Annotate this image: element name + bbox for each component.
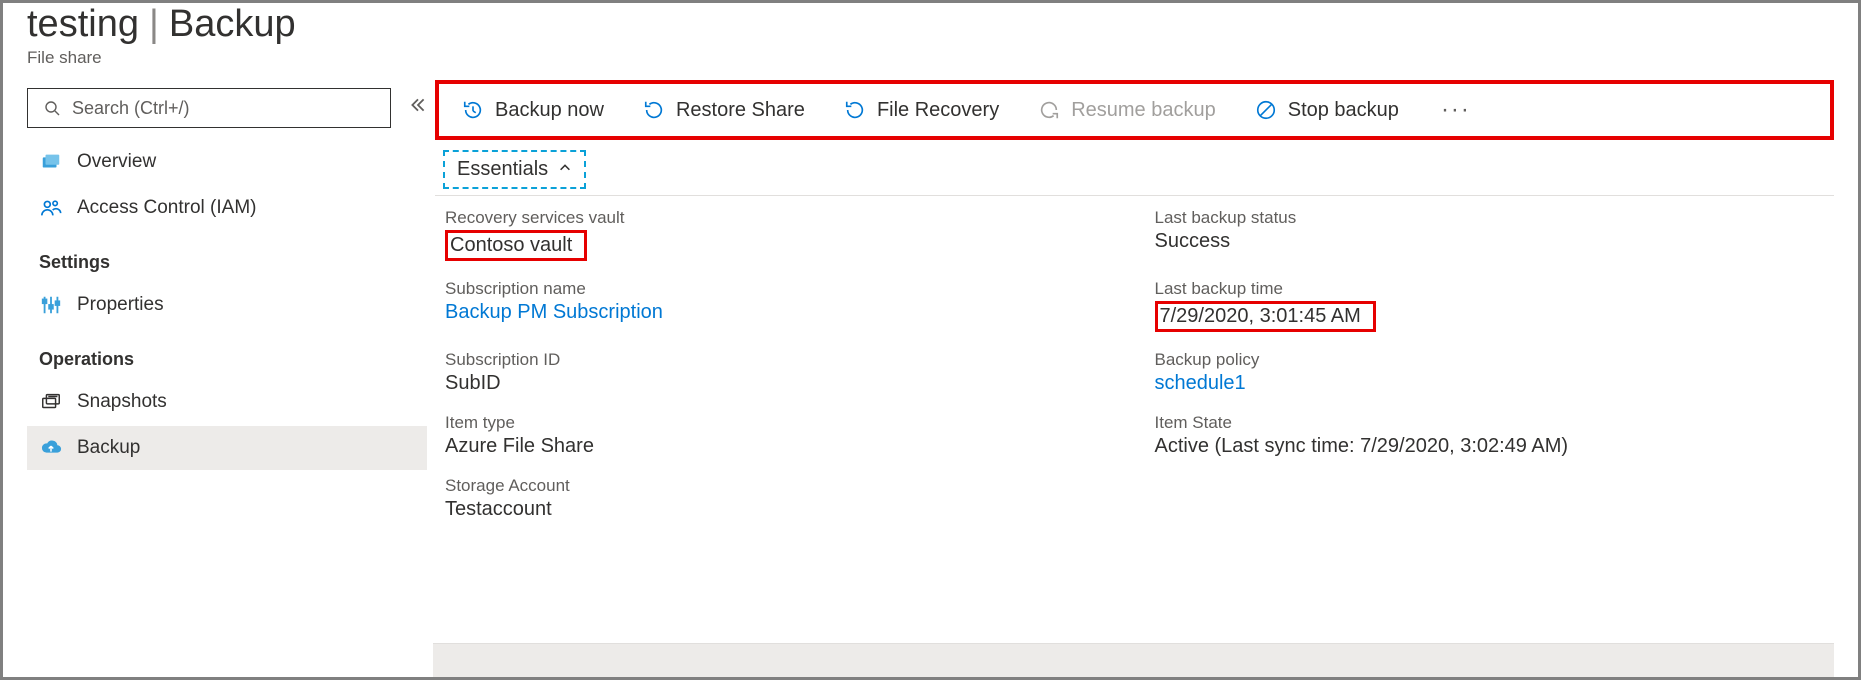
snapshot-icon	[39, 390, 63, 414]
backup-policy-link[interactable]: schedule1	[1155, 372, 1825, 395]
sidebar-item-snapshots[interactable]: Snapshots	[27, 380, 427, 424]
field-recovery-services-vault: Recovery services vault Contoso vault	[445, 208, 1115, 261]
field-label: Item State	[1155, 413, 1825, 433]
field-value: Testaccount	[445, 498, 1115, 521]
undo-icon	[642, 98, 666, 122]
sidebar: Overview Access Control (IAM) Settings	[3, 76, 435, 677]
essentials-title: Essentials	[457, 158, 548, 181]
refresh-icon	[1037, 98, 1061, 122]
field-storage-account: Storage Account Testaccount	[445, 476, 1115, 521]
sidebar-item-backup[interactable]: Backup	[27, 426, 427, 470]
sidebar-section-settings: Settings	[27, 232, 427, 281]
field-label: Subscription ID	[445, 350, 1115, 370]
chevron-up-icon	[558, 158, 572, 181]
fileshare-icon	[39, 150, 63, 174]
field-item-type: Item type Azure File Share	[445, 413, 1115, 458]
sidebar-item-label: Access Control (IAM)	[77, 197, 256, 219]
field-item-state: Item State Active (Last sync time: 7/29/…	[1155, 413, 1825, 458]
search-input[interactable]	[72, 98, 378, 119]
page-title: testing | Backup	[27, 3, 1834, 46]
field-value: Contoso vault	[445, 230, 587, 261]
content-footer-bar	[433, 643, 1834, 677]
sidebar-section-operations: Operations	[27, 329, 427, 378]
divider	[435, 195, 1834, 196]
field-backup-policy: Backup policy schedule1	[1155, 350, 1825, 395]
collapse-sidebar-button[interactable]	[409, 96, 427, 120]
toolbar-label: Resume backup	[1071, 99, 1216, 122]
sidebar-item-label: Snapshots	[77, 391, 167, 413]
toolbar-label: Restore Share	[676, 99, 805, 122]
field-label: Backup policy	[1155, 350, 1825, 370]
resume-backup-button: Resume backup	[1035, 94, 1218, 126]
sidebar-item-label: Backup	[77, 437, 140, 459]
field-value: Active (Last sync time: 7/29/2020, 3:02:…	[1155, 435, 1825, 458]
block-icon	[1254, 98, 1278, 122]
field-value: 7/29/2020, 3:01:45 AM	[1155, 301, 1376, 332]
search-icon	[40, 96, 64, 120]
field-label: Last backup status	[1155, 208, 1825, 228]
field-last-backup-time: Last backup time 7/29/2020, 3:01:45 AM	[1155, 279, 1825, 332]
people-icon	[39, 196, 63, 220]
sidebar-item-iam[interactable]: Access Control (IAM)	[27, 186, 427, 230]
field-subscription-id: Subscription ID SubID	[445, 350, 1115, 395]
field-value: Azure File Share	[445, 435, 1115, 458]
field-label: Storage Account	[445, 476, 1115, 496]
essentials-grid: Recovery services vault Contoso vault La…	[435, 208, 1834, 521]
sidebar-item-label: Properties	[77, 294, 164, 316]
field-label: Recovery services vault	[445, 208, 1115, 228]
restore-share-button[interactable]: Restore Share	[640, 94, 807, 126]
toolbar-label: File Recovery	[877, 99, 999, 122]
title-separator: |	[149, 3, 159, 46]
main-content: Backup now Restore Share	[435, 76, 1858, 677]
field-value: SubID	[445, 372, 1115, 395]
field-last-backup-status: Last backup status Success	[1155, 208, 1825, 261]
sidebar-search[interactable]	[27, 88, 391, 128]
sidebar-item-overview[interactable]: Overview	[27, 140, 427, 184]
subscription-link[interactable]: Backup PM Subscription	[445, 301, 1115, 324]
field-value: Success	[1155, 230, 1825, 253]
toolbar-label: Stop backup	[1288, 99, 1399, 122]
field-subscription-name: Subscription name Backup PM Subscription	[445, 279, 1115, 332]
field-label: Item type	[445, 413, 1115, 433]
file-recovery-button[interactable]: File Recovery	[841, 94, 1001, 126]
command-bar: Backup now Restore Share	[435, 80, 1834, 140]
sidebar-item-properties[interactable]: Properties	[27, 283, 427, 327]
cloud-backup-icon	[39, 436, 63, 460]
resource-type-label: File share	[27, 48, 1834, 68]
sliders-icon	[39, 293, 63, 317]
field-label: Last backup time	[1155, 279, 1825, 299]
page-name: Backup	[169, 3, 296, 46]
toolbar-label: Backup now	[495, 99, 604, 122]
undo-icon	[843, 98, 867, 122]
backup-now-icon	[461, 98, 485, 122]
resource-name: testing	[27, 3, 139, 46]
more-actions-button[interactable]: ···	[1435, 96, 1477, 124]
essentials-toggle[interactable]: Essentials	[443, 150, 586, 189]
field-label: Subscription name	[445, 279, 1115, 299]
sidebar-item-label: Overview	[77, 151, 156, 173]
backup-now-button[interactable]: Backup now	[459, 94, 606, 126]
stop-backup-button[interactable]: Stop backup	[1252, 94, 1401, 126]
